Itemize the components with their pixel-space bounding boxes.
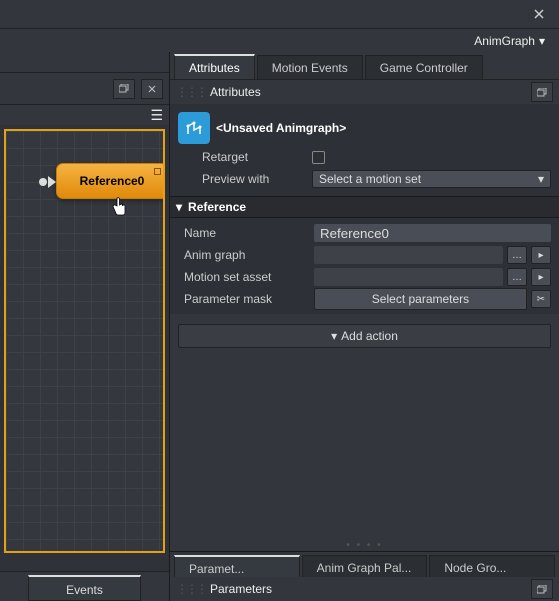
animgraph-menu-label: AnimGraph xyxy=(474,34,535,48)
reference-node[interactable]: Reference0 xyxy=(56,163,165,199)
node-label: Reference0 xyxy=(80,174,145,188)
reference-section-header[interactable]: ▾ Reference xyxy=(170,196,559,218)
preview-select-value: Select a motion set xyxy=(319,172,421,186)
canvas-header: ☰ xyxy=(0,105,169,125)
arrow-icon xyxy=(48,176,56,188)
resize-handle[interactable]: • • • • xyxy=(170,539,559,551)
right-panel: Attributes Motion Events Game Controller… xyxy=(170,52,559,601)
attributes-title: Attributes xyxy=(210,85,261,99)
inspector-tabs: Attributes Motion Events Game Controller xyxy=(170,52,559,80)
node-marker-icon xyxy=(154,168,161,175)
parameters-panel-button[interactable] xyxy=(531,579,553,599)
tab-game-controller[interactable]: Game Controller xyxy=(365,55,483,79)
preview-motion-set-select[interactable]: Select a motion set ▾ xyxy=(312,170,551,188)
caret-down-icon: ▾ xyxy=(176,200,182,214)
panel-restore-button[interactable] xyxy=(113,79,135,99)
anim-graph-browse-button[interactable]: … xyxy=(507,246,527,264)
restore-icon xyxy=(119,84,129,93)
window-close-button[interactable] xyxy=(519,0,559,28)
graph-canvas[interactable]: Reference0 xyxy=(4,129,165,553)
close-icon xyxy=(148,85,156,93)
anim-graph-label: Anim graph xyxy=(178,248,310,262)
tab-events[interactable]: Events xyxy=(28,575,141,601)
preview-label: Preview with xyxy=(178,172,306,186)
attributes-panel-button[interactable] xyxy=(531,82,553,102)
add-action-button[interactable]: ▾ Add action xyxy=(178,324,551,348)
parameters-header: ⋮⋮⋮ Parameters xyxy=(170,577,559,601)
parameters-title: Parameters xyxy=(210,582,272,596)
title-bar xyxy=(0,0,559,28)
motion-set-locate-button[interactable]: ▸ xyxy=(531,268,551,286)
graph-name: <Unsaved Animgraph> xyxy=(216,121,346,135)
retarget-label: Retarget xyxy=(178,150,306,164)
restore-icon xyxy=(537,585,547,594)
left-toolbar xyxy=(0,73,169,105)
animgraph-menu[interactable]: AnimGraph ▾ xyxy=(468,32,551,50)
anim-graph-input[interactable] xyxy=(314,246,503,264)
scissors-icon: ✂ xyxy=(537,294,545,305)
tab-events-label: Events xyxy=(66,583,103,597)
cursor-pointer-icon xyxy=(111,197,128,222)
reference-title: Reference xyxy=(188,200,246,214)
tab-anim-graph-palette[interactable]: Anim Graph Pal... xyxy=(302,555,428,577)
list-icon[interactable]: ☰ xyxy=(150,107,163,124)
anim-graph-locate-button[interactable]: ▸ xyxy=(531,246,551,264)
param-mask-cut-button[interactable]: ✂ xyxy=(531,290,551,308)
attributes-body: <Unsaved Animgraph> Retarget Preview wit… xyxy=(170,104,559,196)
attributes-header: ⋮⋮⋮ Attributes xyxy=(170,80,559,104)
bottom-tabs: Paramet... Anim Graph Pal... Node Gro... xyxy=(170,551,559,577)
name-input[interactable] xyxy=(314,224,551,242)
param-mask-label: Parameter mask xyxy=(178,292,310,306)
tab-node-groups[interactable]: Node Gro... xyxy=(429,555,555,577)
select-parameters-button[interactable]: Select parameters xyxy=(314,288,527,310)
motion-set-input[interactable] xyxy=(314,268,503,286)
motion-set-browse-button[interactable]: … xyxy=(507,268,527,286)
retarget-checkbox[interactable] xyxy=(312,151,325,164)
name-label: Name xyxy=(178,226,310,240)
panel-close-button[interactable] xyxy=(141,79,163,99)
ellipsis-icon: … xyxy=(512,250,522,261)
grip-icon[interactable]: ⋮⋮⋮ xyxy=(176,85,206,99)
restore-icon xyxy=(537,88,547,97)
node-input-port[interactable] xyxy=(39,178,47,186)
arrow-right-icon: ▸ xyxy=(538,272,543,283)
arrow-right-icon: ▸ xyxy=(538,250,543,261)
tab-motion-events[interactable]: Motion Events xyxy=(257,55,363,79)
tab-attributes[interactable]: Attributes xyxy=(174,54,255,79)
left-bottom-tabs: Events xyxy=(0,571,169,601)
header-bar: AnimGraph ▾ xyxy=(0,28,559,52)
animgraph-icon xyxy=(178,112,210,144)
chevron-down-icon: ▾ xyxy=(331,329,337,343)
ellipsis-icon: … xyxy=(512,272,522,283)
reference-properties: Name Anim graph … ▸ Motion set asset … ▸… xyxy=(170,218,559,314)
tab-parameters[interactable]: Paramet... xyxy=(174,555,300,577)
grip-icon[interactable]: ⋮⋮⋮ xyxy=(176,582,206,596)
close-icon xyxy=(534,9,544,19)
chevron-down-icon: ▾ xyxy=(539,34,545,48)
motion-set-label: Motion set asset xyxy=(178,270,310,284)
left-panel: ☰ Reference0 Events xyxy=(0,52,170,601)
chevron-down-icon: ▾ xyxy=(538,172,544,186)
